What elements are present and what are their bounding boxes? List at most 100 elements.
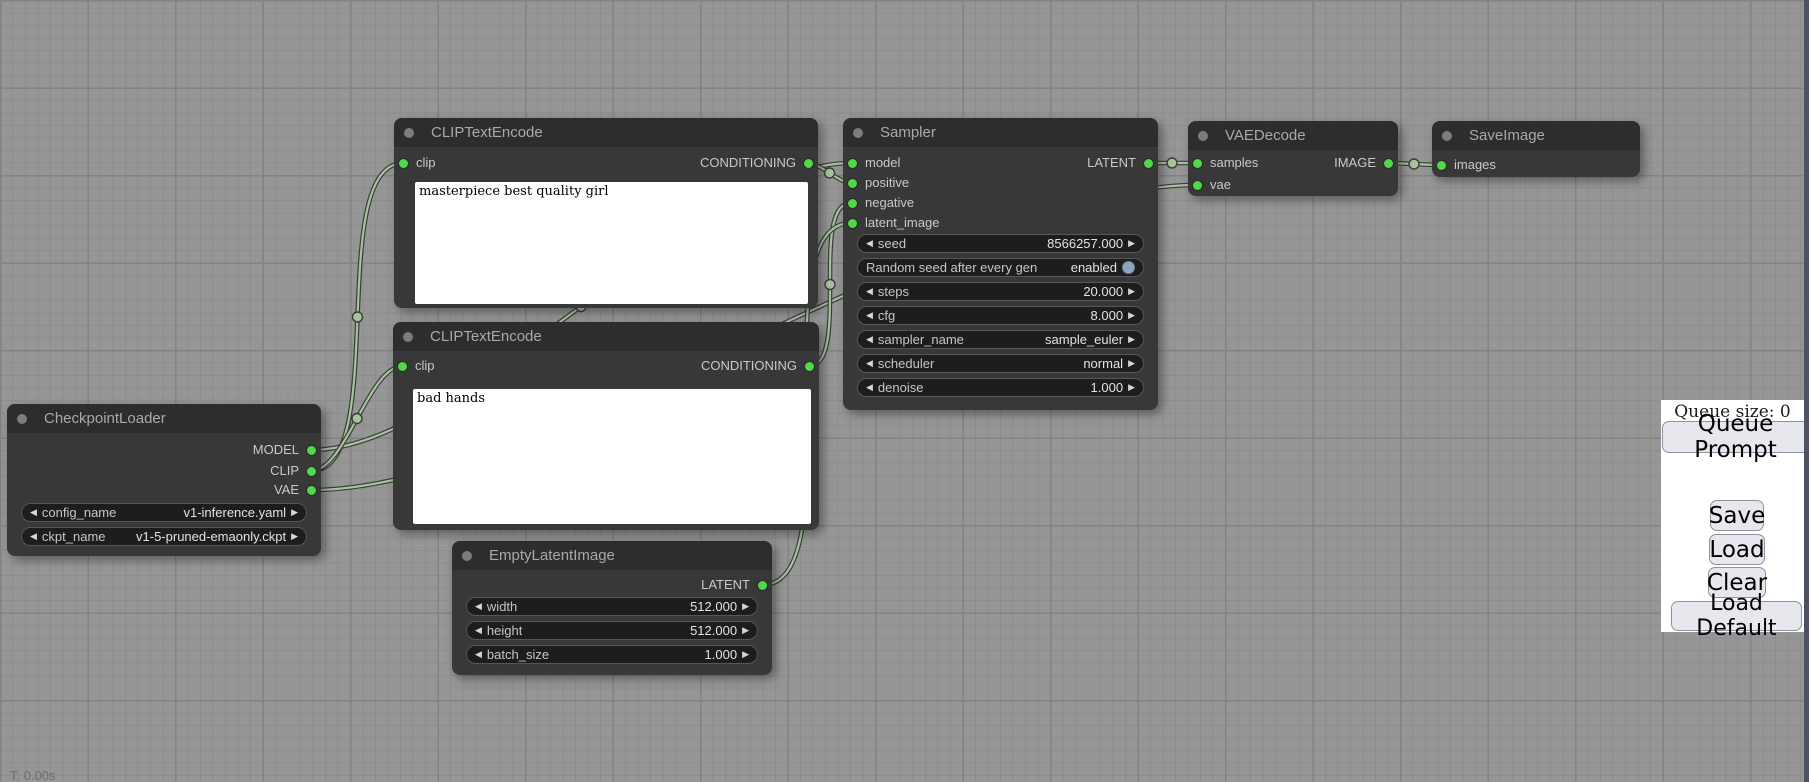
node-status-dot-icon — [403, 332, 413, 342]
queue-prompt-button[interactable]: Queue Prompt — [1662, 421, 1809, 453]
output-slot-dot[interactable] — [307, 486, 316, 495]
input-slot-label: negative — [865, 195, 914, 211]
output-slot-dot[interactable] — [307, 467, 316, 476]
increment-arrow-icon[interactable]: ▶ — [1128, 378, 1135, 397]
increment-arrow-icon[interactable]: ▶ — [1128, 282, 1135, 301]
output-slot-label: IMAGE — [1334, 155, 1376, 171]
decrement-arrow-icon[interactable]: ◀ — [475, 645, 482, 664]
decrement-arrow-icon[interactable]: ◀ — [475, 597, 482, 616]
widget-label: ckpt_name — [42, 529, 106, 544]
increment-arrow-icon[interactable]: ▶ — [291, 527, 298, 546]
decrement-arrow-icon[interactable]: ◀ — [866, 234, 873, 253]
widget-label: scheduler — [878, 356, 934, 371]
input-slot-vae: vae — [1188, 177, 1398, 193]
decrement-arrow-icon[interactable]: ◀ — [866, 330, 873, 349]
node-checkpointloader[interactable]: CheckpointLoaderMODELCLIPVAE◀config_name… — [7, 404, 321, 556]
widget-value: 1.000 — [705, 647, 738, 662]
node-cliptextencode[interactable]: CLIPTextEncodeclipCONDITIONINGbad hands — [393, 322, 819, 530]
decrement-arrow-icon[interactable]: ◀ — [866, 378, 873, 397]
decrement-arrow-icon[interactable]: ◀ — [30, 527, 37, 546]
input-slot-dot[interactable] — [848, 219, 857, 228]
increment-arrow-icon[interactable]: ▶ — [1128, 330, 1135, 349]
node-title-bar[interactable]: CLIPTextEncode — [393, 322, 819, 351]
node-emptylatentimage[interactable]: EmptyLatentImageLATENT◀width512.000▶◀hei… — [452, 541, 772, 675]
output-slot-vae: VAE — [7, 482, 321, 498]
increment-arrow-icon[interactable]: ▶ — [742, 645, 749, 664]
node-title-bar[interactable]: SaveImage — [1432, 121, 1640, 150]
widget-sampler-name[interactable]: ◀sampler_namesample_euler▶ — [857, 330, 1144, 349]
widget-config-name[interactable]: ◀config_namev1-inference.yaml▶ — [21, 503, 307, 522]
toggle-on-icon[interactable] — [1122, 261, 1135, 274]
node-title-bar[interactable]: VAEDecode — [1188, 121, 1398, 150]
node-title-bar[interactable]: EmptyLatentImage — [452, 541, 772, 570]
decrement-arrow-icon[interactable]: ◀ — [866, 354, 873, 373]
widget-width[interactable]: ◀ width 512.000 ▶ — [466, 597, 758, 616]
node-sampler[interactable]: Samplermodelpositivenegativelatent_image… — [843, 118, 1158, 410]
node-vaedecode[interactable]: VAEDecodesamplesvaeIMAGE — [1188, 121, 1398, 196]
increment-arrow-icon[interactable]: ▶ — [742, 597, 749, 616]
widget-label: batch_size — [487, 647, 549, 662]
input-slot-label: vae — [1210, 177, 1231, 193]
prompt-text-input[interactable]: masterpiece best quality girl — [415, 182, 808, 304]
input-slot-dot[interactable] — [848, 179, 857, 188]
input-slot-dot[interactable] — [1193, 181, 1202, 190]
node-status-dot-icon — [462, 551, 472, 561]
input-slot-label: positive — [865, 175, 909, 191]
increment-arrow-icon[interactable]: ▶ — [1128, 306, 1135, 325]
load-button[interactable]: Load — [1709, 534, 1765, 565]
widget-denoise[interactable]: ◀denoise1.000▶ — [857, 378, 1144, 397]
increment-arrow-icon[interactable]: ▶ — [291, 503, 298, 522]
widget-value: normal — [1083, 356, 1123, 371]
node-status-dot-icon — [17, 414, 27, 424]
window-edge-scrollbar[interactable] — [1804, 0, 1809, 782]
widget-steps[interactable]: ◀steps20.000▶ — [857, 282, 1144, 301]
output-slot-dot[interactable] — [307, 446, 316, 455]
widget-height[interactable]: ◀ height 512.000 ▶ — [466, 621, 758, 640]
widget-label: width — [487, 599, 517, 614]
widget-value: 512.000 — [690, 623, 737, 638]
widget-cfg[interactable]: ◀cfg8.000▶ — [857, 306, 1144, 325]
output-slot-label: LATENT — [1087, 155, 1136, 171]
node-title-bar[interactable]: Sampler — [843, 118, 1158, 147]
prompt-text-input[interactable]: bad hands — [413, 389, 811, 524]
widget-ckpt-name[interactable]: ◀ckpt_namev1-5-pruned-emaonly.ckpt▶ — [21, 527, 307, 546]
load-default-button[interactable]: Load Default — [1671, 601, 1802, 631]
output-slot-dot[interactable] — [758, 581, 767, 590]
input-slot-dot[interactable] — [1437, 161, 1446, 170]
widget-seed[interactable]: ◀seed8566257.000▶ — [857, 234, 1144, 253]
output-slot-conditioning: CONDITIONING — [394, 155, 818, 171]
node-title-label: CLIPTextEncode — [430, 322, 542, 351]
node-saveimage[interactable]: SaveImageimages — [1432, 121, 1640, 177]
output-slot-model: MODEL — [7, 442, 321, 458]
node-title-bar[interactable]: CLIPTextEncode — [394, 118, 818, 147]
input-slot-dot[interactable] — [848, 199, 857, 208]
output-slot-label: CLIP — [270, 463, 299, 479]
decrement-arrow-icon[interactable]: ◀ — [866, 306, 873, 325]
output-slot-image: IMAGE — [1188, 155, 1398, 171]
output-slot-dot[interactable] — [1144, 159, 1153, 168]
increment-arrow-icon[interactable]: ▶ — [1128, 234, 1135, 253]
increment-arrow-icon[interactable]: ▶ — [1128, 354, 1135, 373]
widget-value: v1-inference.yaml — [183, 505, 286, 520]
widget-scheduler[interactable]: ◀ scheduler normal ▶ — [857, 354, 1144, 373]
widget-label: steps — [878, 284, 909, 299]
output-slot-label: MODEL — [253, 442, 299, 458]
widget-batch-size[interactable]: ◀ batch_size 1.000 ▶ — [466, 645, 758, 664]
output-slot-label: CONDITIONING — [701, 358, 797, 374]
save-button[interactable]: Save — [1710, 500, 1764, 531]
decrement-arrow-icon[interactable]: ◀ — [475, 621, 482, 640]
comfyui-app: CheckpointLoaderMODELCLIPVAE◀config_name… — [0, 0, 1809, 782]
decrement-arrow-icon[interactable]: ◀ — [30, 503, 37, 522]
node-cliptextencode[interactable]: CLIPTextEncodeclipCONDITIONINGmasterpiec… — [394, 118, 818, 308]
widget-value: 512.000 — [690, 599, 737, 614]
node-title-label: EmptyLatentImage — [489, 541, 615, 570]
node-status-dot-icon — [1198, 131, 1208, 141]
output-slot-dot[interactable] — [804, 159, 813, 168]
widget-random-seed-after-every-gen[interactable]: Random seed after every genenabled — [857, 258, 1144, 277]
decrement-arrow-icon[interactable]: ◀ — [866, 282, 873, 301]
node-title-bar[interactable]: CheckpointLoader — [7, 404, 321, 433]
widget-label: height — [487, 623, 522, 638]
output-slot-dot[interactable] — [1384, 159, 1393, 168]
increment-arrow-icon[interactable]: ▶ — [742, 621, 749, 640]
output-slot-dot[interactable] — [805, 362, 814, 371]
